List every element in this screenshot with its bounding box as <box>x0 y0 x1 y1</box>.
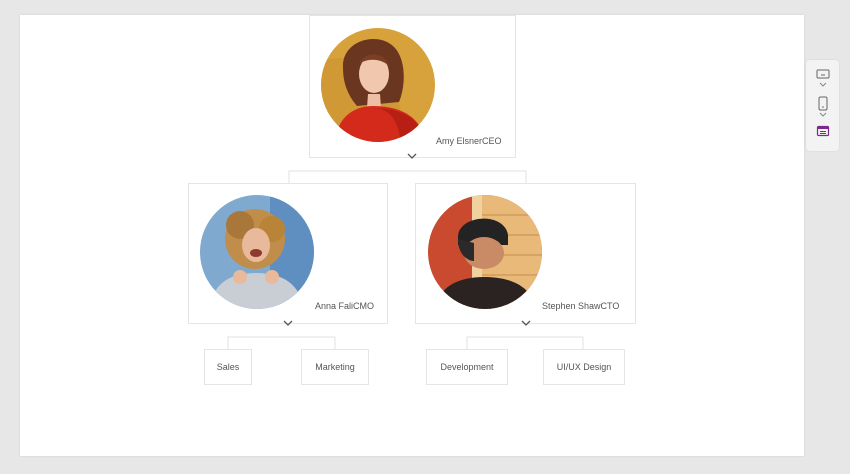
team-node-ui-ux-design[interactable]: UI/UX Design <box>543 349 625 385</box>
cmo-name-label: Anna FaliCMO <box>315 301 374 311</box>
chevron-down-icon <box>407 153 417 159</box>
cmo-collapse-button[interactable] <box>282 319 294 327</box>
cto-role: CTO <box>600 301 620 311</box>
phone-icon <box>818 96 827 117</box>
team-node-marketing[interactable]: Marketing <box>301 349 369 385</box>
ceo-name-label: Amy ElsnerCEO <box>436 136 502 146</box>
ceo-role: CEO <box>482 136 502 146</box>
cmo-name: Anna Fali <box>315 301 354 311</box>
ceo-name: Amy Elsner <box>436 136 483 146</box>
cto-name: Stephen Shaw <box>542 301 601 311</box>
cto-collapse-button[interactable] <box>520 319 532 327</box>
cmo-avatar <box>200 195 314 309</box>
chevron-down-icon <box>521 320 531 326</box>
ceo-collapse-button[interactable] <box>406 152 418 160</box>
desktop-view-button[interactable] <box>806 69 839 87</box>
monitor-icon <box>816 69 829 87</box>
calendar-icon <box>816 125 829 137</box>
cto-avatar <box>428 195 542 309</box>
mobile-view-button[interactable] <box>806 96 839 118</box>
chevron-down-icon <box>283 320 293 326</box>
calendar-button[interactable] <box>806 125 839 137</box>
cmo-role: CMO <box>353 301 375 311</box>
team-node-sales[interactable]: Sales <box>204 349 252 385</box>
cto-name-label: Stephen ShawCTO <box>542 301 619 311</box>
team-node-development[interactable]: Development <box>426 349 508 385</box>
side-toolbar <box>806 60 839 151</box>
cmo-card[interactable]: Anna FaliCMO <box>188 183 388 324</box>
ceo-card[interactable]: Amy ElsnerCEO <box>309 15 516 158</box>
ceo-avatar <box>321 28 435 142</box>
cto-card[interactable]: Stephen ShawCTO <box>415 183 636 324</box>
